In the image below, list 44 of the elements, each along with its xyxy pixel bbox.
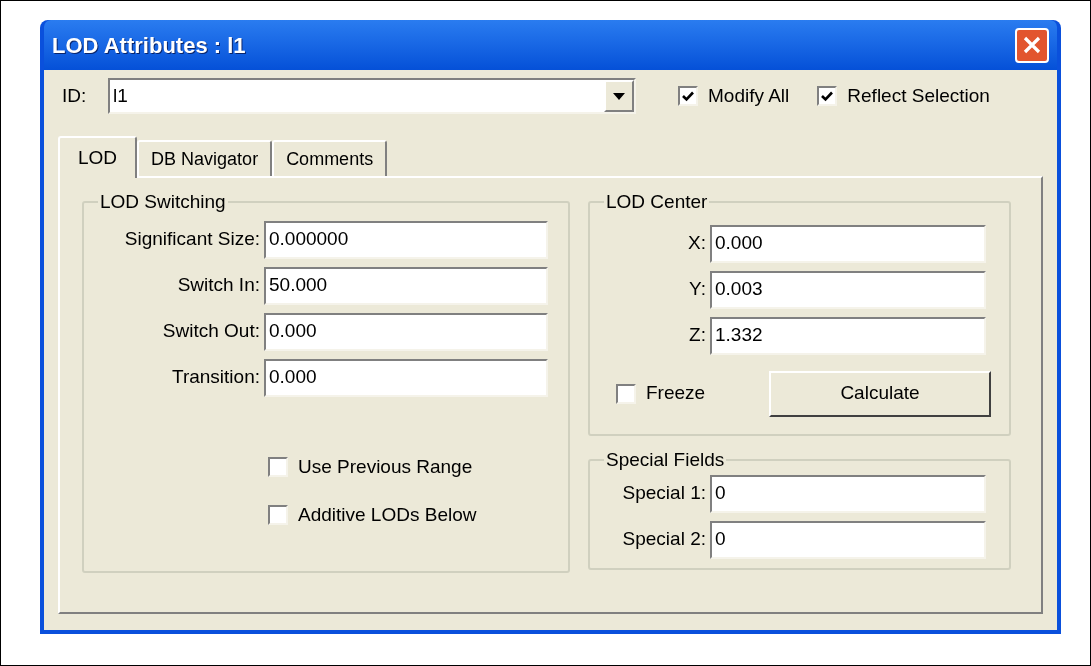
checkbox[interactable]	[678, 86, 698, 106]
checkbox-label: Reflect Selection	[847, 83, 990, 108]
close-icon	[1022, 35, 1042, 55]
group-title: LOD Center	[605, 190, 709, 214]
text-field[interactable]: 0.000	[710, 224, 986, 263]
checkbox[interactable]	[616, 383, 636, 404]
field-label: Switch In:	[176, 273, 260, 298]
close-button[interactable]	[1015, 27, 1049, 63]
field-label: Z:	[688, 323, 706, 348]
text-field[interactable]: 0.000	[264, 312, 548, 351]
id-label: ID:	[62, 83, 88, 108]
field-label: Significant Size:	[123, 227, 260, 252]
text-field[interactable]: 0.000	[264, 358, 548, 397]
caret-icon	[613, 92, 625, 100]
text-field[interactable]: 0	[710, 474, 986, 513]
text-field[interactable]: 0.003	[710, 270, 986, 309]
checkbox[interactable]	[268, 456, 288, 477]
checkbox-label: Additive LODs Below	[298, 503, 477, 527]
field-label: Switch Out:	[161, 319, 260, 344]
checkbox[interactable]	[268, 505, 288, 526]
text-field[interactable]: 0.000000	[264, 220, 548, 259]
field-label: Transition:	[171, 365, 260, 390]
field-label: X:	[687, 231, 706, 256]
window-title: LOD Attributes : l1	[52, 31, 246, 60]
checkbox[interactable]	[817, 86, 838, 106]
checkmark-icon	[821, 90, 834, 102]
checkbox-label: Use Previous Range	[298, 454, 473, 479]
field-label: Y:	[688, 277, 706, 302]
group-title: LOD Switching	[99, 190, 227, 214]
dropdown-button[interactable]	[604, 80, 634, 112]
text-field[interactable]: 50.000	[264, 266, 548, 305]
field-label: Special 2:	[621, 527, 706, 552]
tab[interactable]: LOD	[58, 136, 138, 178]
calculate-button[interactable]: Calculate	[769, 370, 991, 417]
group-title: Special Fields	[605, 448, 726, 472]
checkbox-label: Freeze	[646, 381, 706, 406]
field-label: Special 1:	[621, 481, 706, 506]
checkbox-label: Modify All	[708, 83, 790, 108]
tab[interactable]: Comments	[272, 140, 388, 176]
id-dropdown[interactable]: l1	[108, 78, 636, 114]
checkmark-icon	[682, 90, 694, 102]
tab[interactable]: DB Navigator	[137, 140, 273, 176]
text-field[interactable]: 1.332	[710, 316, 986, 355]
text-field[interactable]: 0	[710, 520, 986, 559]
